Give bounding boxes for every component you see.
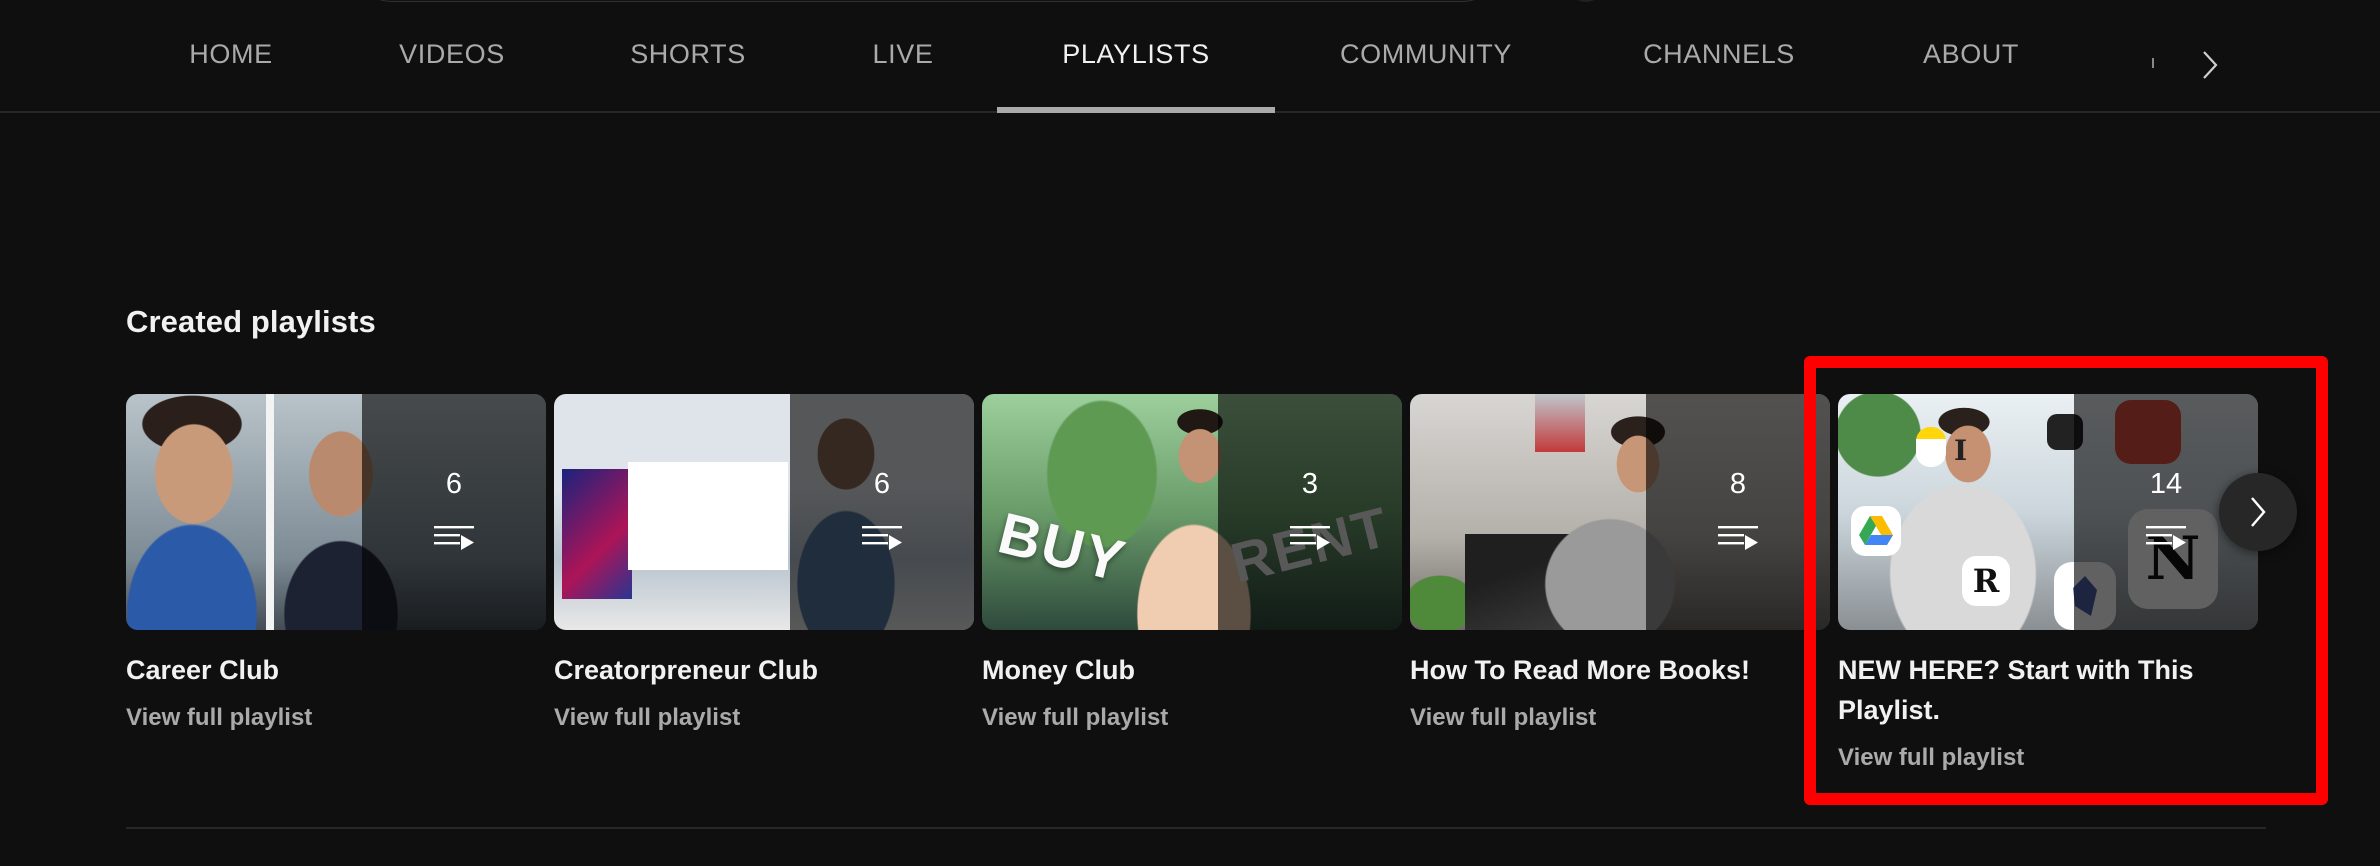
tab-channels[interactable]: CHANNELS — [1613, 0, 1825, 113]
playlist-card: 6 Creatorpreneur Club View full playlist — [554, 394, 974, 732]
video-count: 8 — [1729, 468, 1747, 500]
tab-home[interactable]: HOME — [160, 0, 302, 113]
thumbnail-overlay — [1218, 394, 1402, 630]
view-full-playlist-link[interactable]: View full playlist — [126, 704, 312, 732]
carousel-next-button[interactable] — [2219, 473, 2297, 551]
playlist-play-icon — [1290, 526, 1330, 550]
playlist-card-highlighted: R I N 14 NEW HERE? Start with This Playl… — [1838, 394, 2258, 772]
tab-playlists[interactable]: PLAYLISTS — [997, 0, 1275, 113]
notes-icon — [1916, 427, 1946, 467]
playlist-card: 6 Career Club View full playlist — [126, 394, 546, 732]
playlist-play-icon — [434, 526, 474, 550]
playlist-title[interactable]: Creatorpreneur Club — [554, 650, 954, 690]
section-divider — [126, 827, 2266, 829]
playlist-title[interactable]: NEW HERE? Start with This Playlist. — [1838, 650, 2238, 730]
playlist-play-icon — [1718, 526, 1758, 550]
tab-search-clipped[interactable] — [2152, 58, 2154, 68]
thumbnail-overlay — [362, 394, 546, 630]
view-full-playlist-link[interactable]: View full playlist — [982, 704, 1168, 732]
playlist-thumbnail[interactable]: 6 — [126, 394, 546, 630]
playlist-title[interactable]: Money Club — [982, 650, 1382, 690]
tab-live[interactable]: LIVE — [843, 0, 963, 113]
playlist-thumbnail[interactable]: BUY RENT 3 — [982, 394, 1402, 630]
section-title: Created playlists — [126, 304, 376, 339]
tab-community[interactable]: COMMUNITY — [1310, 0, 1542, 113]
chevron-right-icon — [2251, 497, 2266, 527]
tab-shorts[interactable]: SHORTS — [602, 0, 774, 113]
playlist-thumbnail[interactable]: 6 — [554, 394, 974, 630]
tabs-scroll-next-button[interactable] — [2190, 40, 2230, 90]
tab-videos[interactable]: VIDEOS — [372, 0, 532, 113]
view-full-playlist-link[interactable]: View full playlist — [554, 704, 740, 732]
playlist-title[interactable]: How To Read More Books! — [1410, 650, 1810, 690]
readwise-icon: R — [1962, 556, 2010, 606]
thumbnail-overlay — [790, 394, 974, 630]
playlist-play-icon — [862, 526, 902, 550]
playlist-thumbnail[interactable]: 8 — [1410, 394, 1830, 630]
view-full-playlist-link[interactable]: View full playlist — [1410, 704, 1596, 732]
playlist-play-icon — [2146, 526, 2186, 550]
view-full-playlist-link[interactable]: View full playlist — [1838, 744, 2024, 772]
google-drive-icon — [1851, 506, 1901, 556]
video-count: 6 — [445, 468, 463, 500]
instapaper-icon: I — [1954, 434, 1968, 467]
channel-tabs: HOME VIDEOS SHORTS LIVE PLAYLISTS COMMUN… — [0, 0, 2380, 113]
tab-about[interactable]: ABOUT — [1894, 0, 2048, 113]
chevron-right-icon — [2203, 51, 2218, 79]
playlist-thumbnail[interactable]: R I N 14 — [1838, 394, 2258, 630]
video-count: 6 — [873, 468, 891, 500]
playlist-card: 8 How To Read More Books! View full play… — [1410, 394, 1830, 732]
thumbnail-overlay — [1646, 394, 1830, 630]
playlist-title[interactable]: Career Club — [126, 650, 526, 690]
video-count: 3 — [1301, 468, 1319, 500]
playlist-card: BUY RENT 3 Money Club View full playlist — [982, 394, 1402, 732]
